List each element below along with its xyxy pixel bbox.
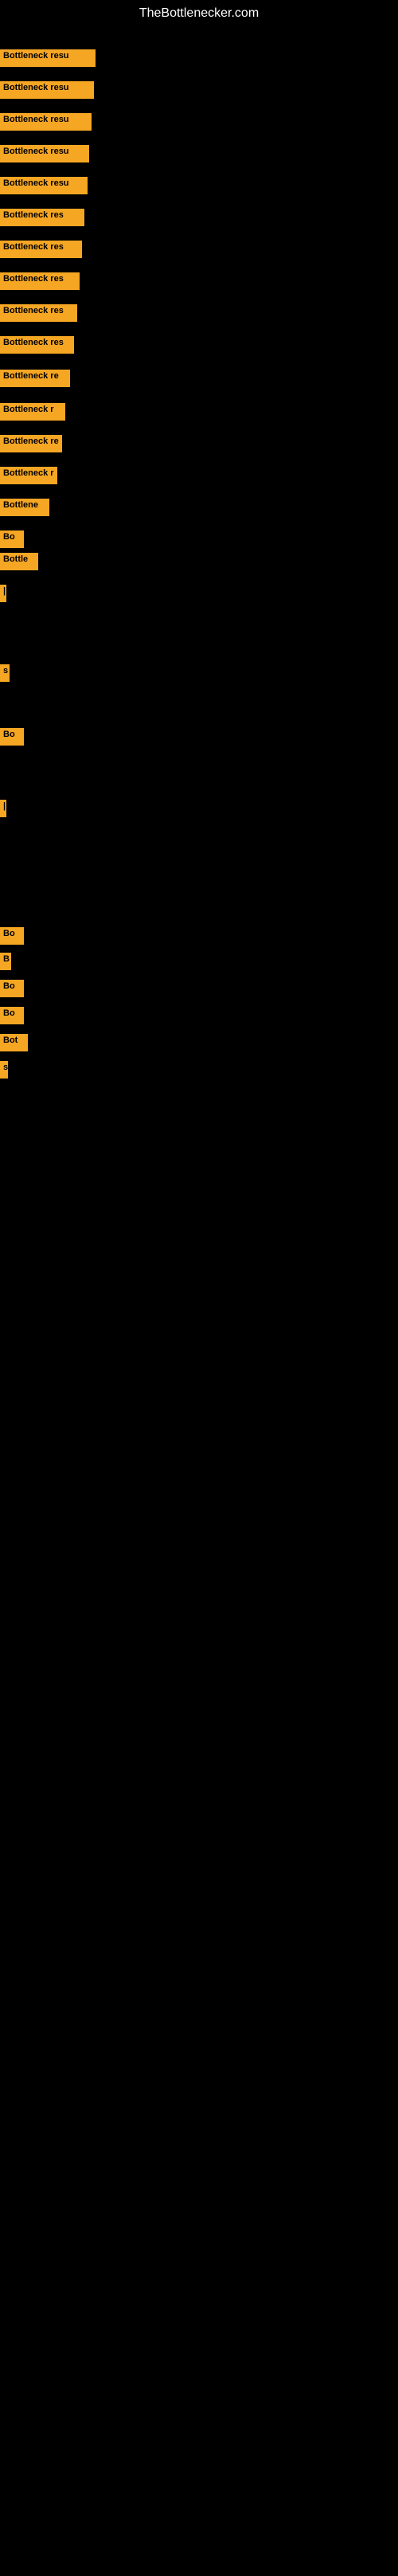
bar-label: Bo xyxy=(0,1007,24,1024)
bar-row: Bo xyxy=(0,980,24,997)
bar-label: s xyxy=(0,1061,8,1079)
bar-row: s xyxy=(0,664,10,682)
bar-row: Bo xyxy=(0,927,24,945)
bar-label: Bottleneck r xyxy=(0,403,65,421)
bar-label: Bottleneck resu xyxy=(0,81,94,99)
bar-label: s xyxy=(0,664,10,682)
bar-label: Bottleneck resu xyxy=(0,145,89,162)
bar-row: Bottleneck res xyxy=(0,272,80,290)
bar-row: Bottleneck resu xyxy=(0,177,88,194)
bar-label: Bo xyxy=(0,728,24,746)
bar-label: Bottle xyxy=(0,553,38,570)
bar-row: B xyxy=(0,953,11,970)
bar-label: Bo xyxy=(0,530,24,548)
bar-label: Bottleneck r xyxy=(0,467,57,484)
bar-row: Bottleneck resu xyxy=(0,145,89,162)
bar-label: Bottleneck res xyxy=(0,336,74,354)
bar-label: Bottleneck re xyxy=(0,370,70,387)
bar-label: Bottleneck res xyxy=(0,304,77,322)
bar-row: Bottleneck resu xyxy=(0,49,96,67)
site-title: TheBottlenecker.com xyxy=(0,0,398,27)
bar-label: Bottlene xyxy=(0,499,49,516)
bar-label: | xyxy=(0,800,6,817)
bar-label: Bot xyxy=(0,1034,28,1051)
bar-label: Bottleneck res xyxy=(0,241,82,258)
bar-row: Bottleneck re xyxy=(0,435,62,452)
bar-label: Bo xyxy=(0,980,24,997)
bar-row: Bo xyxy=(0,728,24,746)
bar-label: | xyxy=(0,585,6,602)
bar-row: Bottlene xyxy=(0,499,49,516)
bar-row: Bottleneck r xyxy=(0,467,57,484)
bar-row: Bottle xyxy=(0,553,38,570)
bar-label: Bo xyxy=(0,927,24,945)
bar-row: Bottleneck res xyxy=(0,336,74,354)
bar-label: Bottleneck re xyxy=(0,435,62,452)
bar-row: Bottleneck re xyxy=(0,370,70,387)
bar-label: B xyxy=(0,953,11,970)
bar-label: Bottleneck res xyxy=(0,272,80,290)
bar-row: | xyxy=(0,585,6,602)
bar-label: Bottleneck resu xyxy=(0,177,88,194)
bar-row: Bottleneck res xyxy=(0,209,84,226)
bar-row: Bo xyxy=(0,530,24,548)
bar-row: s xyxy=(0,1061,8,1079)
bar-row: Bot xyxy=(0,1034,28,1051)
bar-label: Bottleneck resu xyxy=(0,49,96,67)
bar-row: Bottleneck resu xyxy=(0,81,94,99)
bar-row: Bo xyxy=(0,1007,24,1024)
bar-label: Bottleneck resu xyxy=(0,113,92,131)
bar-row: | xyxy=(0,800,6,817)
bar-row: Bottleneck resu xyxy=(0,113,92,131)
bar-row: Bottleneck res xyxy=(0,304,77,322)
bar-label: Bottleneck res xyxy=(0,209,84,226)
bar-row: Bottleneck res xyxy=(0,241,82,258)
bar-row: Bottleneck r xyxy=(0,403,65,421)
